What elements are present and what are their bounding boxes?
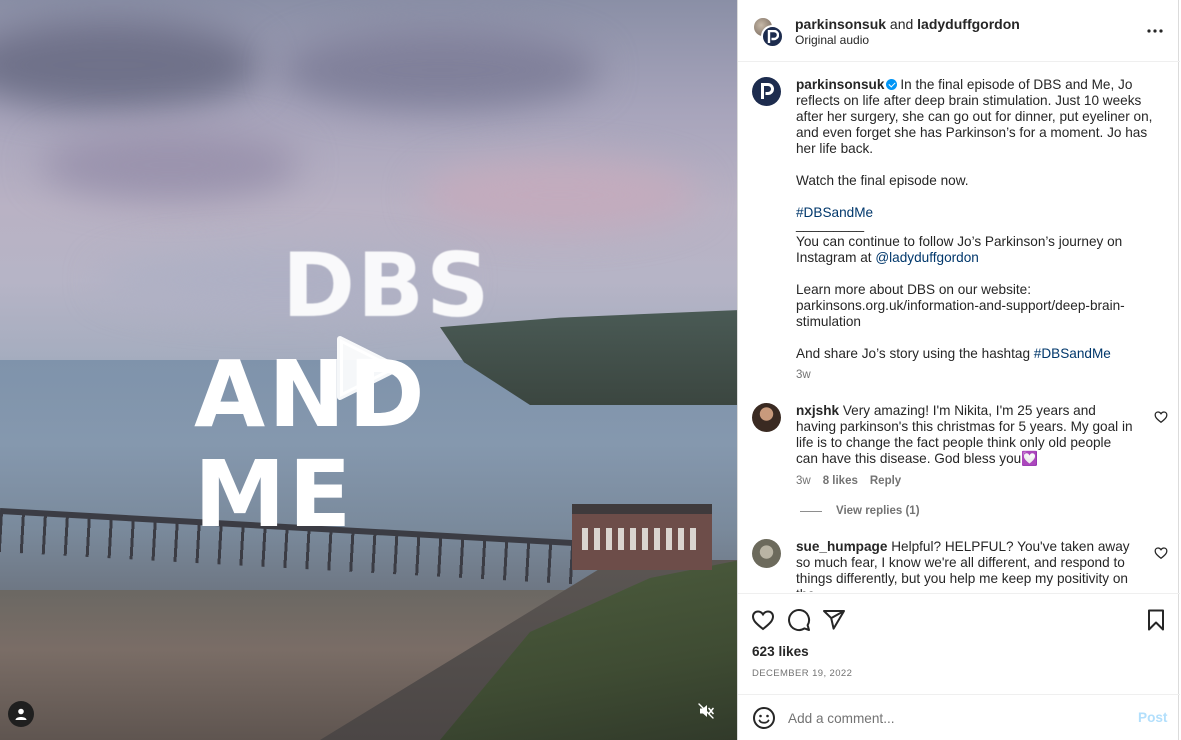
- caption-username[interactable]: parkinsonsuk: [796, 77, 884, 92]
- collab-avatars[interactable]: [752, 16, 784, 48]
- verified-badge-icon: [886, 79, 898, 90]
- bookmark-icon[interactable]: [1144, 608, 1168, 632]
- reply-button[interactable]: Reply: [870, 475, 901, 487]
- divider: [800, 510, 822, 512]
- share-icon[interactable]: [822, 608, 846, 632]
- caption-divider: _________: [796, 217, 865, 232]
- audio-link[interactable]: Original audio: [795, 33, 869, 47]
- view-replies-label: View replies (1): [836, 505, 920, 517]
- more-horizontal-icon[interactable]: [1142, 18, 1168, 44]
- comment-text: Very amazing! I'm Nikita, I'm 25 years a…: [796, 403, 1133, 466]
- comment-input[interactable]: [788, 708, 1118, 728]
- video-title-line1: DBS: [282, 234, 492, 337]
- joiner-text: and: [889, 16, 914, 32]
- comment-body: nxjshk Very amazing! I'm Nikita, I'm 25 …: [796, 403, 1136, 467]
- user-icon[interactable]: [8, 701, 34, 727]
- caption-text: Watch the final episode now.: [796, 173, 969, 188]
- view-replies-button[interactable]: View replies (1): [800, 505, 920, 517]
- cloud: [280, 30, 600, 110]
- account-link-ladyduffgordon[interactable]: ladyduffgordon: [917, 16, 1020, 32]
- heart-icon[interactable]: [1154, 410, 1168, 424]
- comment-body: sue_humpage Helpful? HELPFUL? You've tak…: [796, 539, 1136, 592]
- caption-text: And share Jo’s story using the hashtag: [796, 346, 1031, 361]
- cloud: [420, 160, 700, 230]
- comments-scroll-area[interactable]: parkinsonsuk In the final episode of DBS …: [738, 63, 1180, 592]
- comment-likes[interactable]: 8 likes: [823, 475, 858, 487]
- heart-icon[interactable]: [751, 608, 775, 632]
- play-icon[interactable]: [330, 333, 404, 403]
- hashtag-link[interactable]: #DBSandMe: [1034, 346, 1111, 361]
- post-comment-button[interactable]: Post: [1138, 710, 1167, 725]
- mention-link[interactable]: @ladyduffgordon: [875, 250, 979, 265]
- account-link-parkinsonsuk[interactable]: parkinsonsuk: [795, 16, 886, 32]
- like-count[interactable]: 623 likes: [752, 644, 809, 659]
- emoji-icon[interactable]: [752, 706, 776, 730]
- avatar[interactable]: [752, 77, 781, 106]
- post-details-panel: parkinsonsuk and ladyduffgordon Original…: [737, 0, 1180, 740]
- cloud: [40, 130, 300, 200]
- post-date: DECEMBER 19, 2022: [752, 668, 853, 679]
- avatar[interactable]: [752, 539, 781, 568]
- cloud: [0, 20, 260, 110]
- comment-meta: 3w 8 likes Reply: [796, 475, 901, 487]
- caption-timestamp[interactable]: 3w: [796, 369, 811, 381]
- video-player[interactable]: DBS AND ME: [0, 0, 737, 740]
- heart-icon[interactable]: [1154, 546, 1168, 560]
- post-caption: parkinsonsuk In the final episode of DBS …: [796, 77, 1156, 362]
- collab-names: parkinsonsuk and ladyduffgordon: [795, 16, 1020, 32]
- pier-building: [572, 504, 712, 570]
- post-header: parkinsonsuk and ladyduffgordon Original…: [738, 0, 1180, 62]
- comment-username[interactable]: nxjshk: [796, 403, 839, 418]
- caption-text: Learn more about DBS on our website: par…: [796, 282, 1125, 329]
- comment-username[interactable]: sue_humpage: [796, 539, 887, 554]
- avatar: [761, 25, 784, 48]
- post-actions: 623 likes DECEMBER 19, 2022: [738, 593, 1180, 693]
- speaker-muted-icon[interactable]: [692, 697, 720, 725]
- add-comment-bar: Post: [738, 694, 1180, 740]
- avatar[interactable]: [752, 403, 781, 432]
- comment-timestamp[interactable]: 3w: [796, 475, 811, 487]
- comment-icon[interactable]: [787, 608, 811, 632]
